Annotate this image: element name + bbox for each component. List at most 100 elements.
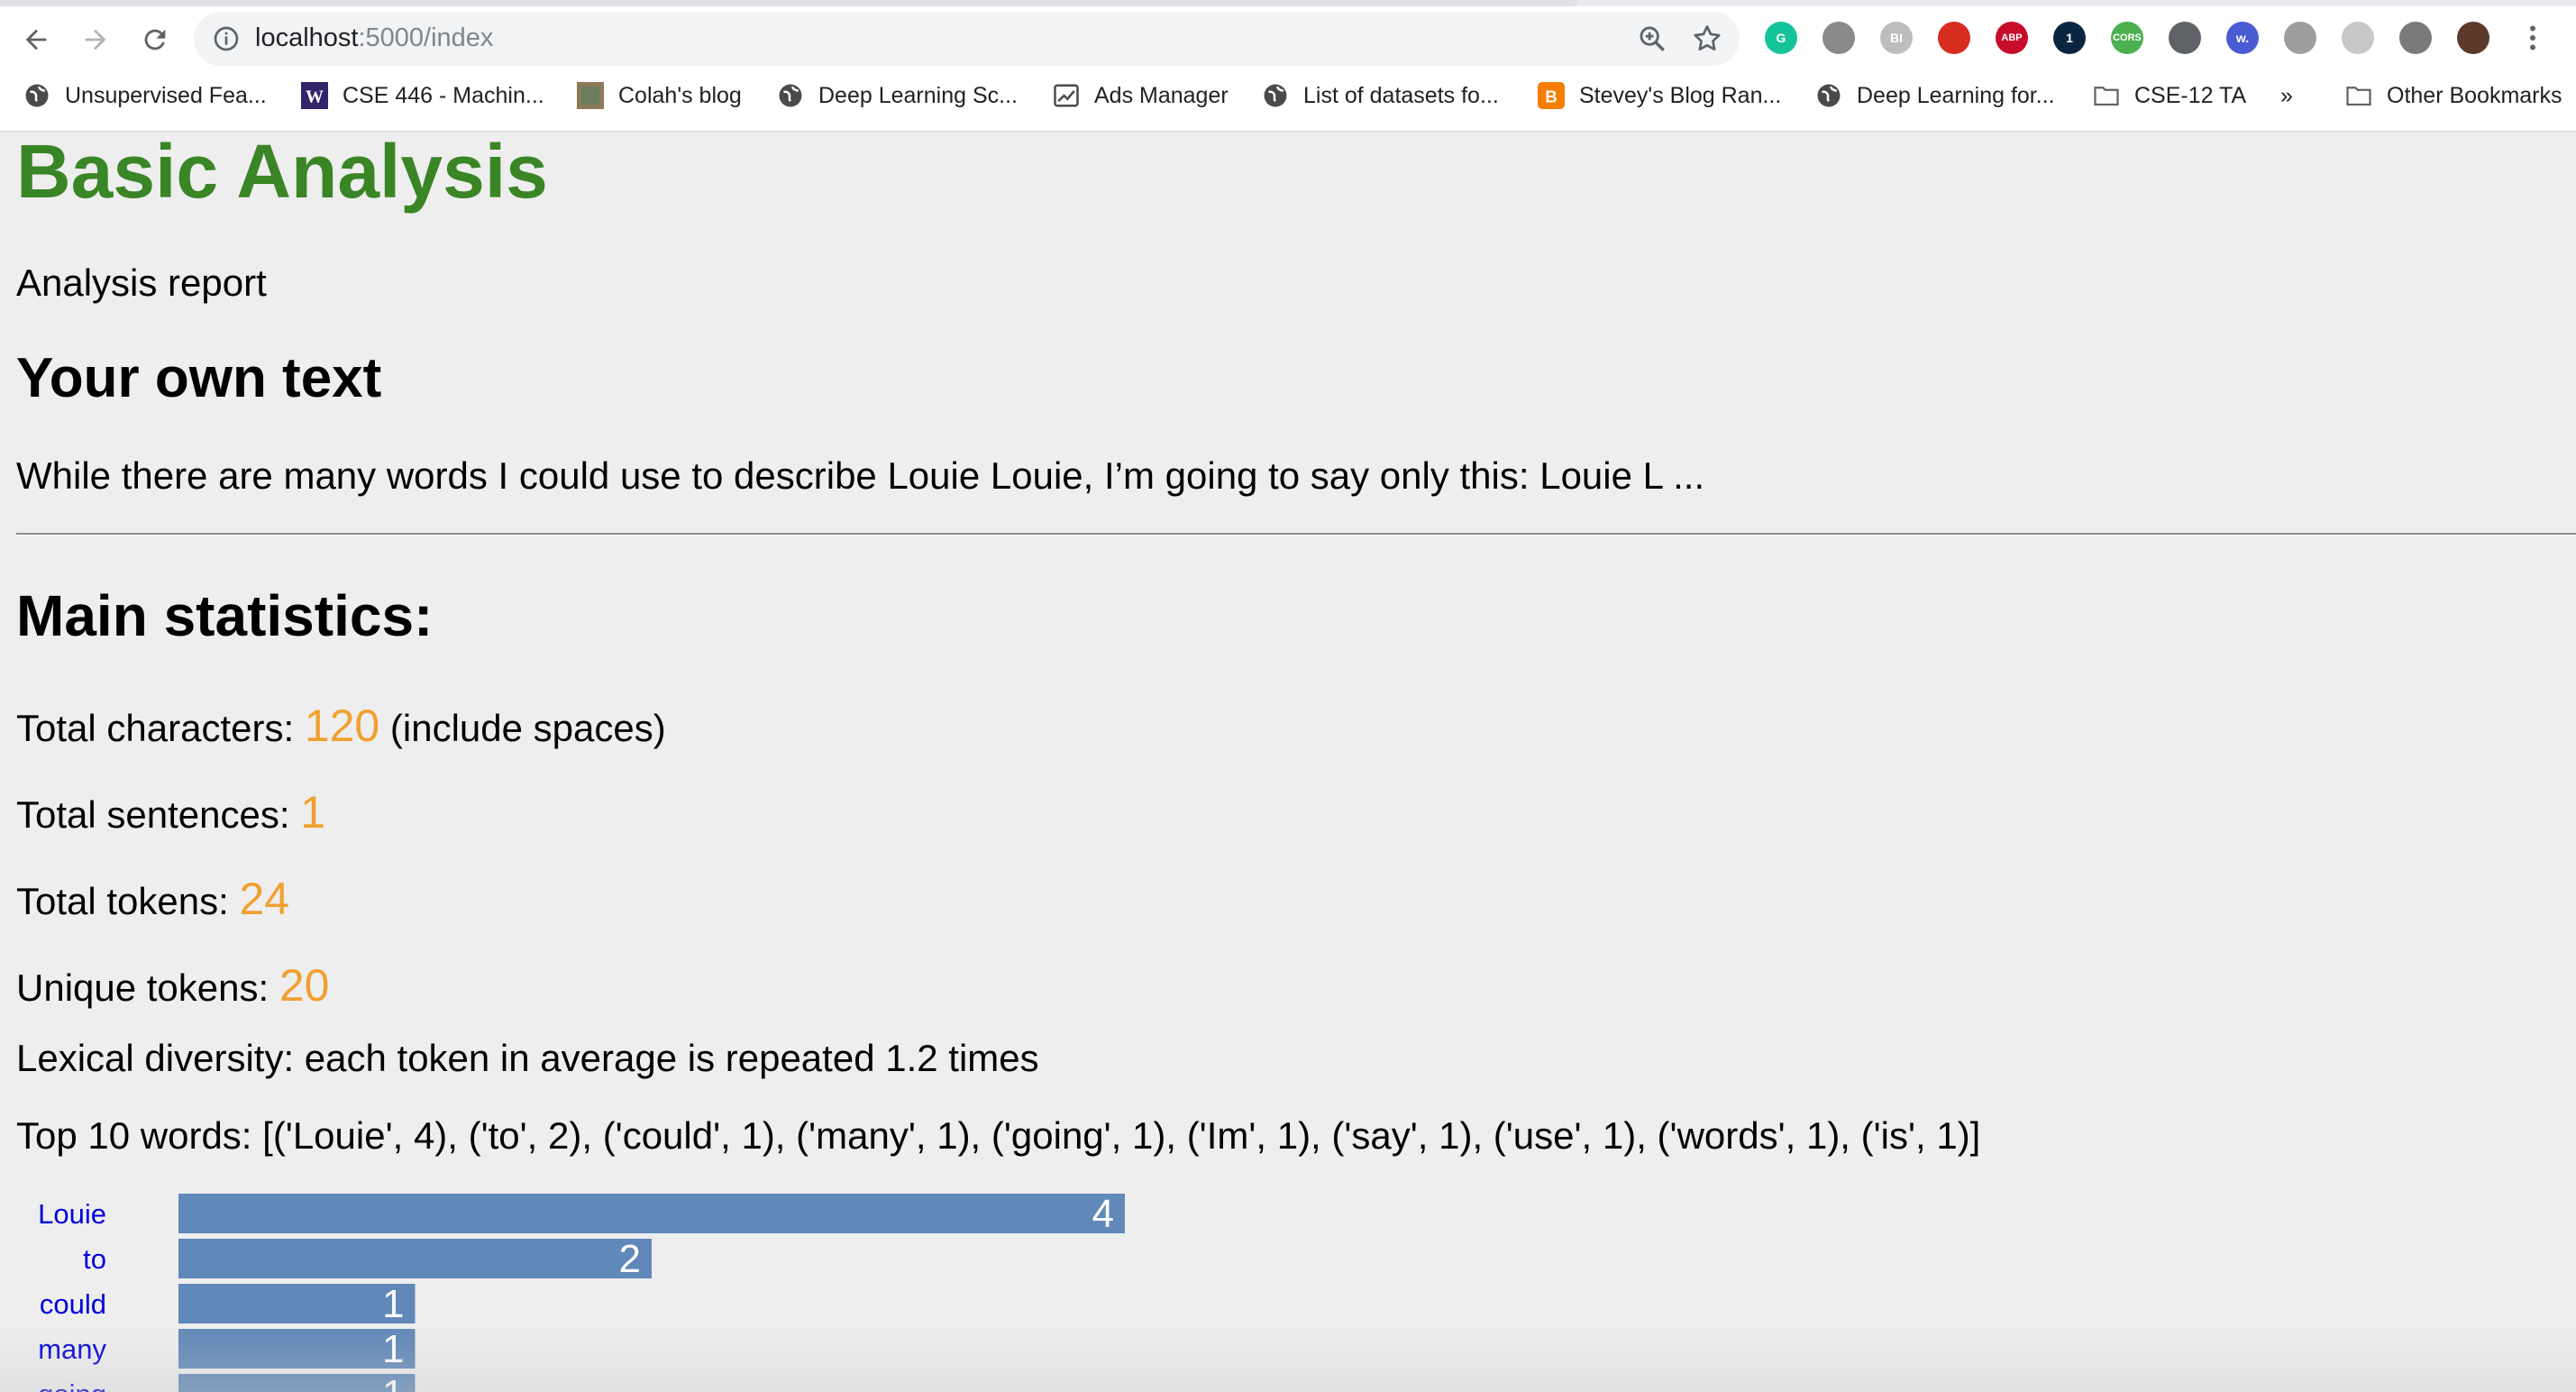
bar-label-going[interactable]: going (38, 1378, 106, 1392)
forward-button[interactable] (72, 16, 119, 63)
other-bookmarks-label: Other Bookmarks (2387, 82, 2562, 108)
film-reel-icon[interactable] (1822, 22, 1855, 54)
stat-total-characters: Total characters: 120 (include spaces) (16, 700, 666, 752)
bookmark-label: Deep Learning for... (1857, 82, 2055, 108)
bar-label-could[interactable]: could (40, 1288, 106, 1320)
active-tab-edge[interactable] (0, 0, 1577, 6)
stat-label: Total characters: (16, 707, 305, 749)
own-text-heading: Your own text (16, 347, 382, 409)
browser-menu-icon[interactable] (2524, 22, 2542, 54)
puzzle-extension-icon[interactable] (2342, 22, 2374, 54)
stat-value: 1 (300, 787, 325, 838)
page-title: Basic Analysis (16, 129, 548, 214)
svg-text:W: W (306, 87, 324, 107)
bar-value-Louie: 4 (1092, 1192, 1114, 1236)
globe-icon (1815, 82, 1842, 109)
grammarly-icon[interactable]: G (1765, 22, 1797, 54)
stat-unique-tokens: Unique tokens: 20 (16, 959, 329, 1012)
stat-label: Total sentences: (16, 793, 301, 836)
report-subtitle: Analysis report (16, 261, 267, 304)
cors-icon[interactable]: CORS (2111, 22, 2143, 54)
stat-total-tokens: Total tokens: 24 (16, 873, 289, 925)
bookmark-label: CSE 446 - Machin... (343, 82, 544, 108)
forward-arrow-icon (85, 29, 106, 50)
top-10-words: Top 10 words: [('Louie', 4), ('to', 2), … (16, 1114, 1981, 1157)
url-path: :5000/index (358, 23, 494, 52)
bookmark-6[interactable]: B Stevey's Blog Ran... (1538, 76, 1781, 115)
bar-label-many[interactable]: many (38, 1333, 106, 1365)
bookmark-0[interactable]: Unsupervised Fea... (23, 76, 267, 115)
bar-to (178, 1239, 652, 1278)
circle-extension-icon[interactable] (2284, 22, 2316, 54)
folder-icon (2093, 82, 2120, 109)
wordtune-icon[interactable]: w. (2226, 22, 2259, 54)
bar-going (178, 1374, 416, 1392)
bookmark-3[interactable]: Deep Learning Sc... (777, 76, 1018, 115)
top-words-bar-chart: Louie 4 to 2 could 1 many 1 going 1 (38, 1192, 1125, 1392)
bookmark-1[interactable]: W CSE 446 - Machin... (301, 76, 544, 115)
bar-value-could: 1 (382, 1282, 404, 1326)
bookmark-7[interactable]: Deep Learning for... (1815, 76, 2055, 115)
reload-button[interactable] (132, 16, 178, 63)
bookmark-2[interactable]: Colah's blog (577, 76, 742, 115)
onepassword-icon[interactable]: 1 (2053, 22, 2086, 54)
bookmark-5[interactable]: List of datasets fo... (1262, 76, 1499, 115)
globe-icon (23, 82, 50, 109)
reload-icon (144, 29, 166, 50)
stat-suffix: (include spaces) (379, 707, 666, 749)
blogger-icon: B (1538, 82, 1565, 109)
bookmark-label: Deep Learning Sc... (818, 82, 1018, 108)
stat-value: 120 (304, 701, 380, 751)
adblock-plus-icon[interactable]: ABP (1996, 22, 2028, 54)
bookmark-label: CSE-12 TA (2134, 82, 2247, 108)
bar-could (178, 1284, 416, 1323)
section-divider (16, 533, 2576, 536)
stat-value: 24 (239, 874, 290, 924)
stats-heading: Main statistics: (16, 583, 434, 648)
bar-many (178, 1329, 416, 1369)
bar-label-Louie[interactable]: Louie (38, 1198, 106, 1230)
uw-logo-icon: W (301, 82, 328, 109)
bookmark-8[interactable]: CSE-12 TA (2093, 76, 2246, 115)
bar-value-to: 2 (619, 1237, 641, 1281)
bookmark-label: Colah's blog (618, 82, 742, 108)
bookmark-label: Stevey's Blog Ran... (1579, 82, 1782, 108)
image-thumbnail-icon (577, 82, 604, 109)
bookmark-star-icon[interactable] (1691, 23, 1723, 55)
globe-icon (1262, 82, 1289, 109)
bar-Louie (178, 1194, 1125, 1233)
bar-value-going: 1 (382, 1372, 404, 1392)
stat-label: Unique tokens: (16, 966, 279, 1009)
stop-hand-icon[interactable] (1938, 22, 1970, 54)
lexical-diversity: Lexical diversity: each token in average… (16, 1037, 1039, 1079)
bookmark-label: Ads Manager (1094, 82, 1229, 108)
back-button[interactable] (13, 16, 59, 63)
address-bar[interactable]: localhost:5000/index (194, 12, 1740, 66)
bi-extension-icon[interactable]: BI (1880, 22, 1913, 54)
zoom-icon[interactable] (1637, 23, 1667, 54)
dev-extension-icon[interactable] (2169, 22, 2201, 54)
back-arrow-icon (25, 29, 47, 50)
info-icon[interactable] (212, 24, 241, 53)
bookmarks-bar: » Other Bookmarks Unsupervised Fea... W CS… (0, 76, 2576, 130)
stat-value: 20 (279, 960, 330, 1011)
stat-total-sentences: Total sentences: 1 (16, 786, 325, 838)
bike-extension-icon[interactable] (2399, 22, 2432, 54)
browser-chrome: localhost:5000/index G BI ABP 1 CORS w. » Oth… (0, 0, 2576, 133)
own-text-preview: While there are many words I could use t… (16, 454, 1705, 497)
stat-label: Total tokens: (16, 880, 240, 922)
bookmark-4[interactable]: Ads Manager (1053, 76, 1229, 115)
profile-avatar-icon[interactable] (2457, 22, 2489, 54)
bookmark-label: Unsupervised Fea... (65, 82, 267, 108)
ads-manager-icon (1053, 82, 1080, 109)
bar-value-many: 1 (382, 1327, 404, 1371)
globe-icon (777, 82, 804, 109)
url-host: localhost (255, 23, 359, 52)
bookmark-label: List of datasets fo... (1303, 82, 1499, 108)
other-bookmarks[interactable]: Other Bookmarks (2345, 76, 2562, 115)
svg-text:B: B (1545, 87, 1557, 106)
bar-label-to[interactable]: to (83, 1243, 106, 1275)
url-text[interactable]: localhost:5000/index (255, 23, 493, 53)
folder-icon (2345, 82, 2372, 109)
bookmark-overflow[interactable]: » (2280, 76, 2293, 115)
